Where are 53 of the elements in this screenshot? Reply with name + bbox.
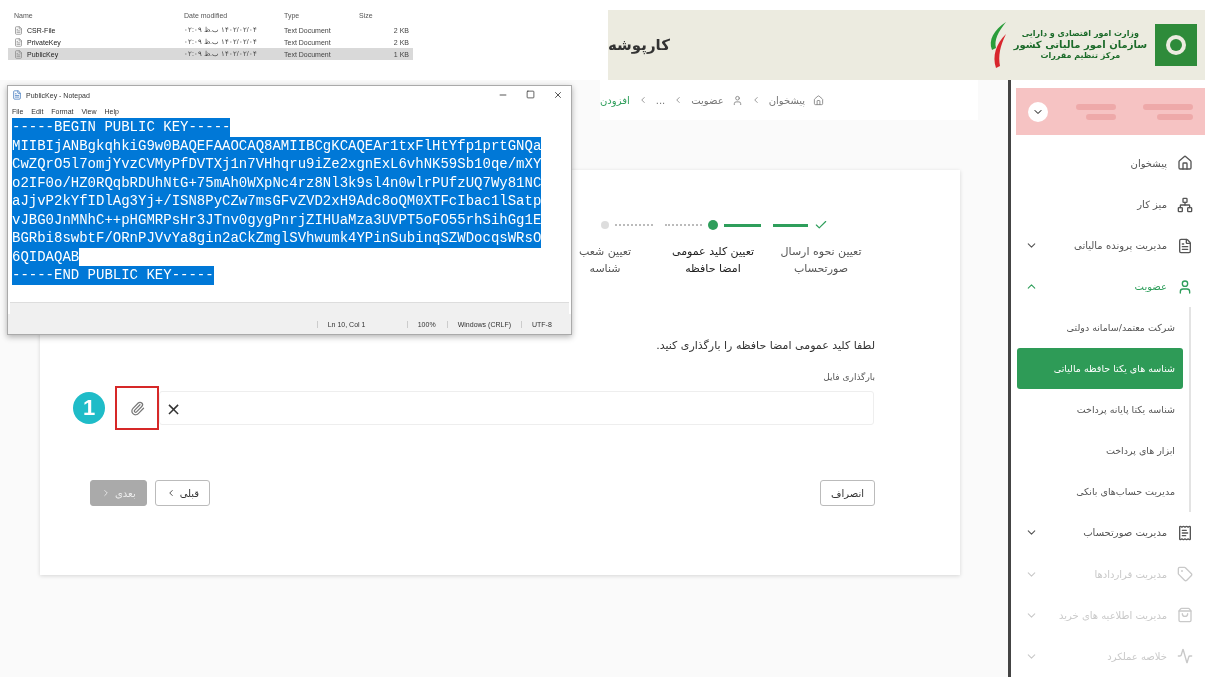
emblem-icon — [1153, 22, 1199, 68]
maximize-icon[interactable] — [526, 90, 535, 99]
logo-text: وزارت امور اقتصادی و دارایی — [1021, 28, 1139, 39]
redacted-bar — [1075, 103, 1116, 110]
paperclip-icon — [129, 400, 145, 416]
menu-item[interactable]: مدیریت پرونده مالیاتی — [1011, 225, 1205, 267]
field-label: بارگذاری فایل — [823, 372, 875, 382]
logo-text: مرکز تنظیم مقررات — [1040, 51, 1121, 62]
close-icon[interactable] — [553, 90, 563, 100]
user-icon — [731, 94, 743, 106]
horizontal-scrollbar[interactable] — [10, 302, 569, 314]
notepad-icon — [12, 90, 22, 100]
submenu-item[interactable]: شرکت معتمد/سامانه دولتی — [1017, 307, 1183, 349]
submenu-item[interactable]: شناسه یکتا پایانه پرداخت — [1017, 389, 1183, 431]
tag-icon — [1177, 566, 1193, 583]
home-icon — [1177, 155, 1193, 172]
cancel-button[interactable]: انصراف — [820, 480, 875, 506]
network-icon — [1177, 196, 1193, 213]
submenu-item[interactable]: مدیریت حساب‌های بانکی — [1017, 471, 1183, 513]
document-icon — [14, 25, 23, 35]
pulse-icon — [1177, 648, 1193, 665]
file-upload-field[interactable]: × — [159, 391, 874, 425]
logo-text: سازمان امور مالیاتی کشور — [1013, 38, 1147, 52]
step-label: تعیین شعب شناسه — [577, 244, 633, 277]
document-icon — [1177, 237, 1193, 254]
document-icon — [14, 49, 23, 59]
receipt-icon — [1177, 525, 1193, 541]
breadcrumb-link[interactable]: ... — [655, 94, 666, 106]
user-icon — [1177, 278, 1193, 295]
chevron-icon — [101, 488, 111, 498]
previous-button[interactable]: قبلی — [154, 480, 211, 506]
menu-item[interactable]: مدیریت صورتحساب — [1011, 512, 1205, 554]
bag-icon — [1177, 607, 1193, 624]
step-label: تعیین کلید عمومی امضا حافظه — [671, 244, 755, 277]
home-icon — [813, 94, 825, 106]
submenu-item[interactable]: ابزار های پرداخت — [1017, 430, 1183, 472]
menu-item[interactable]: پیشخوان — [1011, 142, 1205, 184]
instruction-text: لطفا کلید عمومی امضا حافظه را بارگذاری کنید. — [656, 339, 875, 352]
redacted-bar — [1143, 103, 1193, 110]
breadcrumb-link[interactable]: عضویت — [691, 94, 724, 106]
redacted-bar — [1085, 113, 1116, 120]
expand-button[interactable] — [1028, 101, 1048, 122]
step-number-badge: 1 — [73, 392, 105, 424]
clear-button[interactable]: × — [164, 397, 184, 419]
breadcrumb-link[interactable]: پیشخوان — [768, 94, 806, 106]
step-label: تعیین نحوه ارسال صورتحساب — [779, 244, 863, 277]
submenu-item[interactable]: شناسه های یکتا حافظه مالیاتی — [1017, 348, 1183, 390]
menu-item[interactable]: عضویت — [1011, 266, 1205, 308]
document-icon — [14, 37, 23, 47]
attach-button[interactable] — [115, 386, 159, 430]
menu-item[interactable]: میز کار — [1011, 184, 1205, 226]
page-title: کارپوشه — [608, 36, 670, 54]
redacted-bar — [1157, 113, 1193, 120]
